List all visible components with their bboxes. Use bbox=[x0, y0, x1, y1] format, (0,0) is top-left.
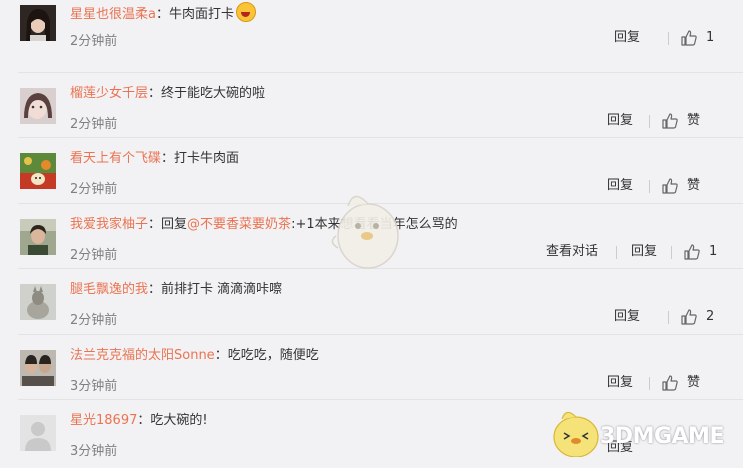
avatar[interactable] bbox=[20, 284, 56, 320]
reply-button[interactable]: 回复 bbox=[614, 28, 640, 48]
divider bbox=[649, 115, 650, 128]
comment-item: 法兰克克福的太阳Sonne：吃吃吃，随便吃 3分钟前 回复 赞 bbox=[0, 334, 743, 403]
watermark-logo: 3DMGAME bbox=[600, 424, 724, 449]
divider bbox=[649, 377, 650, 390]
username[interactable]: 我爱我家柚子 bbox=[70, 217, 148, 232]
like-count: 赞 bbox=[687, 113, 701, 128]
colon: ： bbox=[161, 151, 175, 166]
username[interactable]: 腿毛飘逸的我 bbox=[70, 282, 148, 297]
colon: ： bbox=[137, 413, 151, 428]
comment-actions: 查看对话 回复 1 bbox=[546, 242, 743, 262]
reply-button[interactable]: 回复 bbox=[607, 176, 633, 196]
like-count: 2 bbox=[706, 309, 715, 324]
reply-prefix: 回复 bbox=[161, 217, 188, 232]
colon: ： bbox=[155, 7, 169, 22]
comment-item: 星星也很温柔a：牛肉面打卡 2分钟前 回复 1 bbox=[0, 0, 743, 58]
view-dialog-button[interactable]: 查看对话 bbox=[546, 242, 598, 262]
like-button[interactable]: 赞 bbox=[661, 373, 721, 393]
avatar[interactable] bbox=[20, 5, 56, 41]
chick-mascot-icon bbox=[331, 195, 399, 269]
reply-button[interactable]: 回复 bbox=[614, 307, 640, 327]
divider bbox=[18, 399, 743, 400]
colon: ： bbox=[148, 282, 162, 297]
comment-item: 腿毛飘逸的我：前排打卡 滴滴滴咔嚓 2分钟前 回复 2 bbox=[0, 268, 743, 337]
comment-time: 2分钟前 bbox=[70, 248, 118, 263]
avatar[interactable] bbox=[20, 219, 56, 255]
comment-time: 2分钟前 bbox=[70, 34, 118, 49]
like-button[interactable]: 1 bbox=[683, 242, 723, 262]
comment-content: 榴莲少女千层：终于能吃大碗的啦 bbox=[70, 85, 265, 103]
comment-text: 打卡牛肉面 bbox=[174, 151, 240, 166]
avatar[interactable] bbox=[20, 350, 56, 386]
comment-time: 3分钟前 bbox=[70, 379, 118, 394]
divider bbox=[616, 246, 617, 259]
avatar[interactable] bbox=[20, 88, 56, 124]
comment-item: 榴莲少女千层：终于能吃大碗的啦 2分钟前 回复 赞 bbox=[0, 72, 743, 141]
colon: ： bbox=[148, 217, 162, 232]
comment-content: 法兰克克福的太阳Sonne：吃吃吃，随便吃 bbox=[70, 347, 319, 365]
like-count: 1 bbox=[709, 244, 718, 259]
username[interactable]: 法兰克克福的太阳Sonne bbox=[70, 348, 215, 363]
comment-content: 腿毛飘逸的我：前排打卡 滴滴滴咔嚓 bbox=[70, 281, 282, 299]
divider bbox=[18, 72, 743, 73]
reply-button[interactable]: 回复 bbox=[631, 242, 657, 262]
like-count: 赞 bbox=[687, 375, 701, 390]
comment-text: 牛肉面打卡 bbox=[168, 7, 234, 22]
like-count: 1 bbox=[706, 30, 715, 45]
comment-content: 看天上有个飞碟：打卡牛肉面 bbox=[70, 150, 239, 168]
comment-time: 2分钟前 bbox=[70, 182, 118, 197]
divider bbox=[18, 137, 743, 138]
like-count: 赞 bbox=[687, 178, 701, 193]
comment-content: 星星也很温柔a：牛肉面打卡 bbox=[70, 2, 256, 24]
username[interactable]: 星光18697 bbox=[70, 413, 137, 428]
like-button[interactable]: 1 bbox=[680, 28, 720, 48]
comment-actions: 回复 赞 bbox=[606, 111, 743, 131]
username[interactable]: 看天上有个飞碟 bbox=[70, 151, 161, 166]
like-button[interactable]: 赞 bbox=[661, 111, 721, 131]
reply-button[interactable]: 回复 bbox=[607, 373, 633, 393]
thumbs-up-icon bbox=[662, 113, 678, 129]
colon: ： bbox=[214, 348, 228, 363]
like-button[interactable]: 2 bbox=[680, 307, 720, 327]
comment-actions: 回复 赞 bbox=[606, 176, 743, 196]
thumbs-up-icon bbox=[662, 375, 678, 391]
divider bbox=[668, 32, 669, 45]
mention-link[interactable]: @不要香菜要奶茶 bbox=[187, 217, 291, 232]
avatar[interactable] bbox=[20, 153, 56, 189]
comment-time: 3分钟前 bbox=[70, 444, 118, 459]
colon: ： bbox=[148, 86, 162, 101]
comment-actions: 回复 1 bbox=[613, 28, 743, 48]
comment-time: 2分钟前 bbox=[70, 117, 118, 132]
thumbs-up-icon bbox=[662, 178, 678, 194]
comment-actions: 回复 赞 bbox=[606, 373, 743, 393]
divider bbox=[649, 180, 650, 193]
laughing-emoji-icon bbox=[236, 2, 256, 22]
comment-actions: 回复 2 bbox=[613, 307, 743, 327]
divider bbox=[18, 334, 743, 335]
thumbs-up-icon bbox=[684, 244, 700, 260]
reply-button[interactable]: 回复 bbox=[607, 111, 633, 131]
comment-text: 终于能吃大碗的啦 bbox=[161, 86, 266, 101]
divider bbox=[671, 246, 672, 259]
comment-text: 前排打卡 滴滴滴咔嚓 bbox=[161, 282, 283, 297]
comment-text: 吃大碗的! bbox=[150, 413, 208, 428]
comment-time: 2分钟前 bbox=[70, 313, 118, 328]
comment-text: 吃吃吃，随便吃 bbox=[227, 348, 319, 363]
username[interactable]: 星星也很温柔a bbox=[70, 7, 156, 22]
thumbs-up-icon bbox=[681, 309, 697, 325]
comment-content: 星光18697：吃大碗的! bbox=[70, 412, 208, 430]
username[interactable]: 榴莲少女千层 bbox=[70, 86, 148, 101]
thumbs-up-icon bbox=[681, 30, 697, 46]
avatar[interactable] bbox=[20, 415, 56, 451]
like-button[interactable]: 赞 bbox=[661, 176, 721, 196]
chick-mascot-icon bbox=[553, 411, 599, 457]
divider bbox=[668, 311, 669, 324]
